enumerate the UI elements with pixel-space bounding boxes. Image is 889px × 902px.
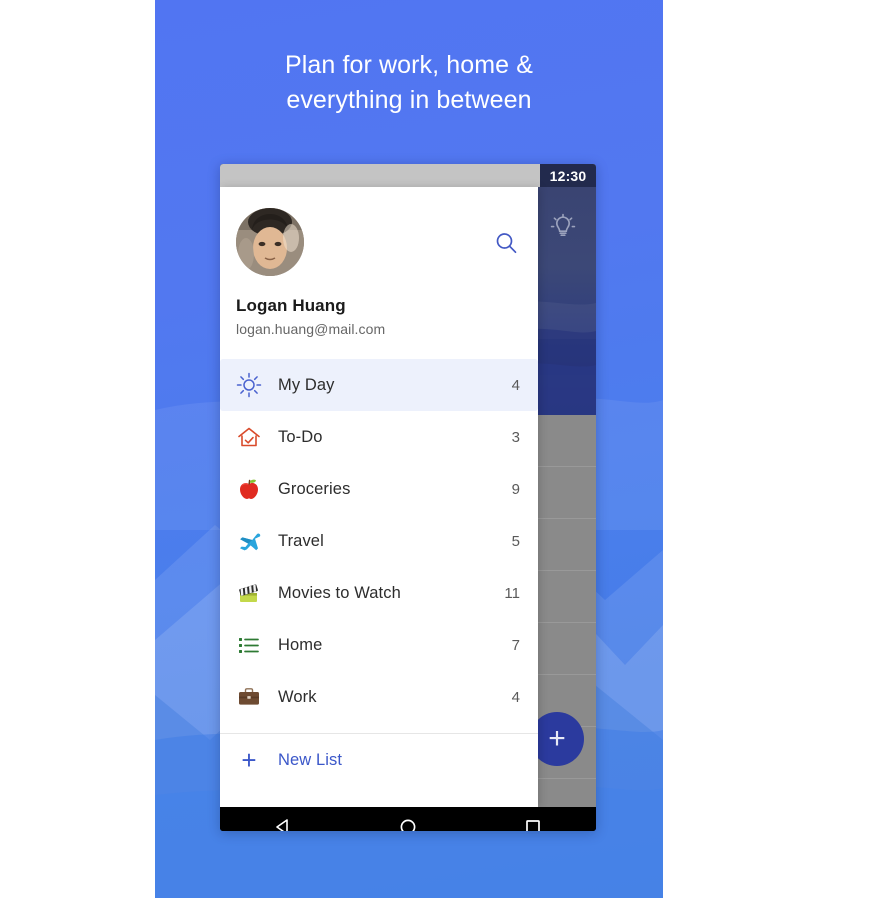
drawer-item-count: 4: [511, 376, 520, 394]
drawer-item-label: Groceries: [278, 479, 351, 498]
drawer-item-movies-to-watch[interactable]: Movies to Watch 11: [220, 567, 538, 619]
drawer-item-my-day[interactable]: My Day 4: [220, 359, 538, 411]
profile-section: Logan Huang logan.huang@mail.com: [220, 187, 538, 347]
airplane-icon: [234, 528, 264, 554]
status-bar: 12:30: [220, 164, 596, 187]
promo-canvas: Plan for work, home & everything in betw…: [155, 0, 663, 898]
navigation-drawer: Logan Huang logan.huang@mail.com My Day …: [220, 187, 538, 807]
profile-email: logan.huang@mail.com: [236, 321, 386, 337]
drawer-item-count: 7: [511, 636, 520, 654]
android-nav-bar: [220, 807, 596, 831]
triangle-back-icon: [273, 817, 293, 831]
drawer-item-count: 4: [511, 688, 520, 706]
circle-home-icon: [398, 817, 418, 831]
plus-icon: +: [548, 722, 566, 755]
drawer-item-home[interactable]: Home 7: [220, 619, 538, 671]
drawer-item-count: 11: [504, 584, 520, 602]
sun-icon: [234, 372, 264, 398]
search-icon: [494, 231, 520, 262]
plus-icon: +: [241, 745, 257, 775]
status-clock-container: 12:30: [540, 164, 596, 187]
new-list-button[interactable]: + New List: [220, 734, 538, 786]
drawer-item-travel[interactable]: Travel 5: [220, 515, 538, 567]
drawer-item-to-do[interactable]: To-Do 3: [220, 411, 538, 463]
search-button[interactable]: [490, 229, 524, 263]
house-check-icon: [234, 424, 264, 450]
drawer-item-groceries[interactable]: Groceries 9: [220, 463, 538, 515]
drawer-item-count: 5: [511, 532, 520, 550]
drawer-item-label: Movies to Watch: [278, 583, 401, 602]
recents-button[interactable]: [513, 809, 553, 831]
page-title: Plan for work, home & everything in betw…: [284, 51, 534, 114]
phone-mockup: 12:30 + Logan Huang logan.huang@mail.com…: [220, 164, 596, 831]
lightbulb-icon: [546, 209, 580, 243]
drawer-item-label: Home: [278, 635, 323, 654]
apple-icon: [234, 476, 264, 502]
square-recents-icon: [523, 817, 543, 831]
drawer-item-count: 9: [511, 480, 520, 498]
drawer-item-work[interactable]: Work 4: [220, 671, 538, 723]
profile-name: Logan Huang: [236, 296, 346, 315]
drawer-item-label: To-Do: [278, 427, 323, 446]
avatar[interactable]: [236, 208, 304, 276]
briefcase-icon: [234, 684, 264, 710]
drawer-item-label: Travel: [278, 531, 324, 550]
add-task-fab[interactable]: +: [530, 712, 584, 766]
list-section: My Day 4 To-Do 3 Groceries 9 Travel 5 Mo…: [220, 359, 538, 723]
status-clock: 12:30: [549, 167, 587, 184]
bullet-list-icon: [234, 632, 264, 658]
drawer-item-label: Work: [278, 687, 317, 706]
back-button[interactable]: [263, 809, 303, 831]
drawer-item-count: 3: [511, 428, 520, 446]
new-list-label: New List: [278, 750, 343, 769]
clapperboard-icon: [234, 580, 264, 606]
home-button[interactable]: [388, 809, 428, 831]
drawer-item-label: My Day: [278, 375, 335, 394]
